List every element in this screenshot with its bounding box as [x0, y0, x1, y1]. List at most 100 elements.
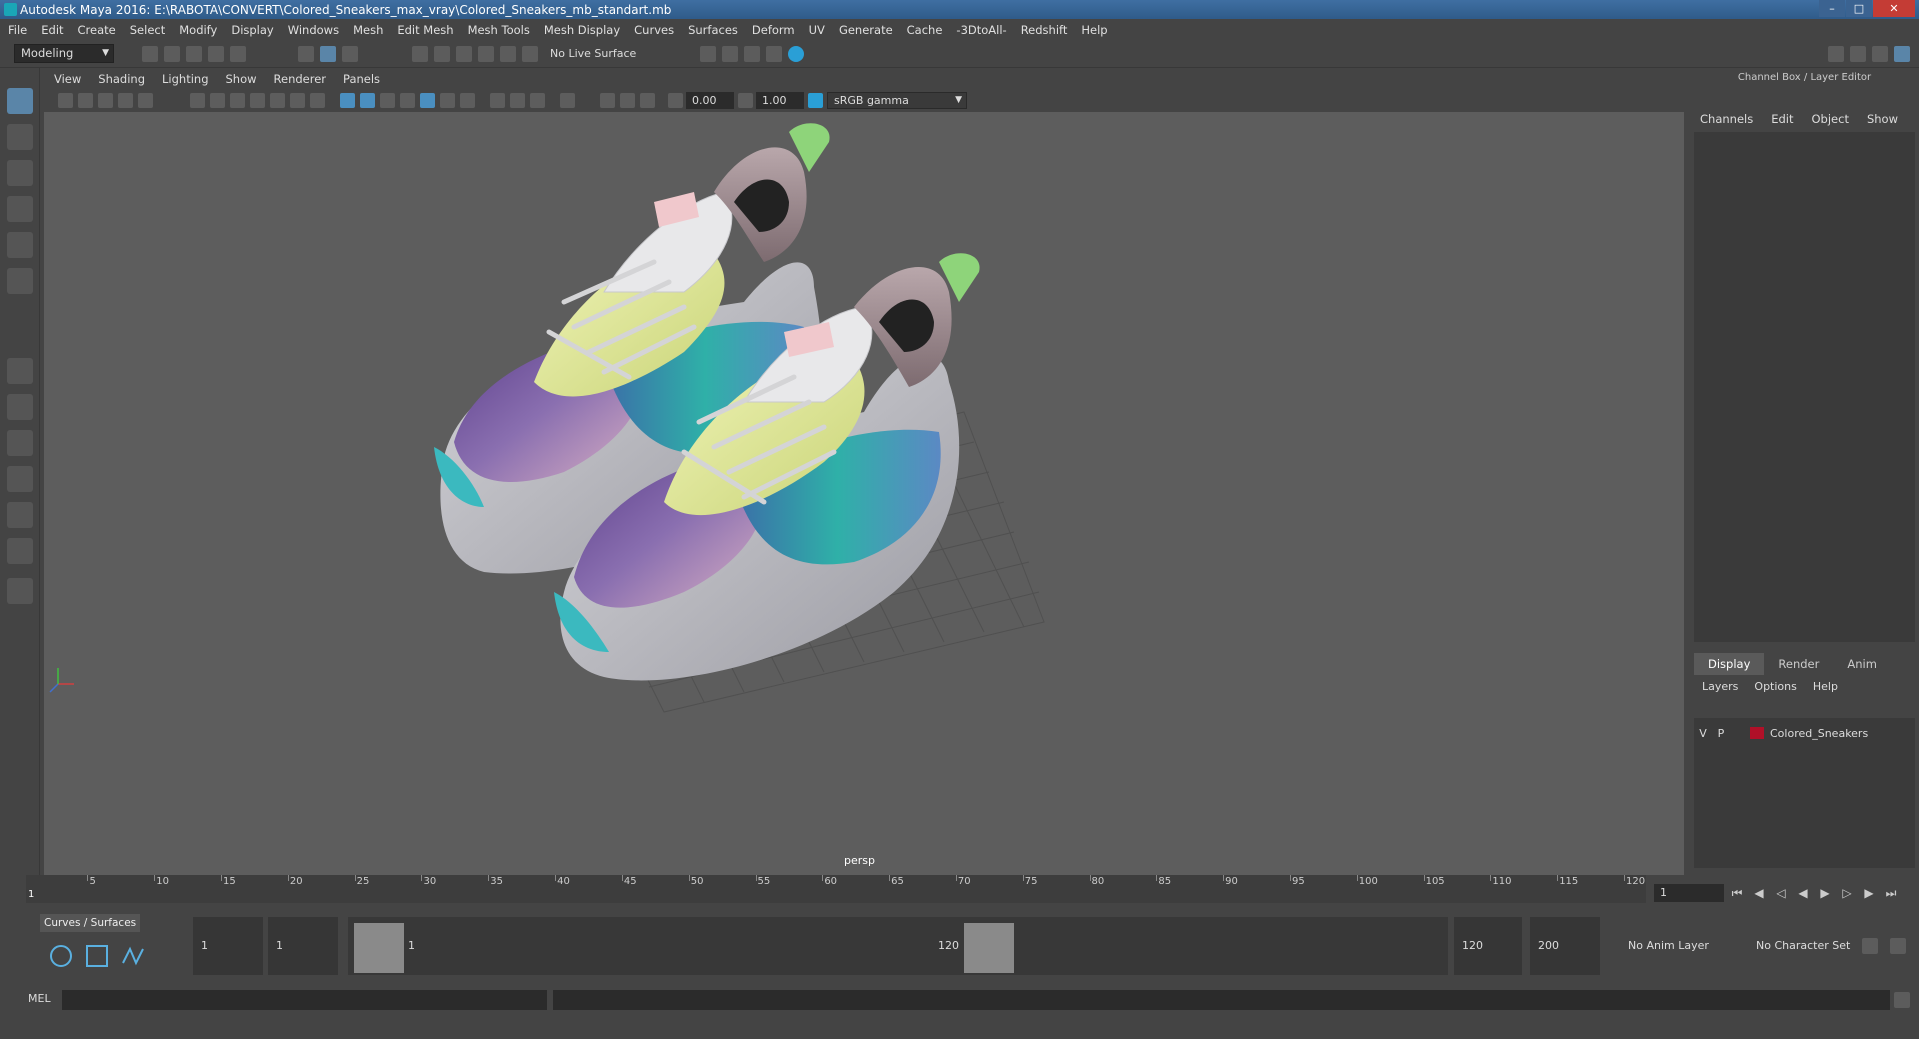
open-scene-icon[interactable]	[164, 46, 180, 62]
layer-help-menu[interactable]: Help	[1813, 680, 1838, 693]
perspective-viewport[interactable]: persp	[44, 112, 1684, 875]
menu-surfaces[interactable]: Surfaces	[688, 23, 738, 37]
viewport-menu-renderer[interactable]: Renderer	[274, 72, 327, 86]
menu-create[interactable]: Create	[78, 23, 116, 37]
script-editor-icon[interactable]	[1894, 992, 1910, 1008]
script-language-label[interactable]: MEL	[28, 992, 51, 1005]
menu-curves[interactable]: Curves	[634, 23, 674, 37]
attribute-editor-icon[interactable]	[1850, 46, 1866, 62]
gamma-icon[interactable]	[738, 93, 753, 108]
channel-show-menu[interactable]: Show	[1867, 112, 1898, 126]
nurbs-circle-icon[interactable]	[48, 943, 74, 969]
rotate-tool-icon[interactable]	[7, 232, 33, 258]
shadows-icon[interactable]	[460, 93, 475, 108]
screen-space-ao-icon[interactable]	[490, 93, 505, 108]
smooth-shade-icon[interactable]	[360, 93, 375, 108]
undo-icon[interactable]	[208, 46, 224, 62]
select-hierarchy-icon[interactable]	[298, 46, 314, 62]
viewport-menu-shading[interactable]: Shading	[98, 72, 145, 86]
xray-icon[interactable]	[600, 93, 615, 108]
lasso-tool-icon[interactable]	[7, 124, 33, 150]
ipr-render-icon[interactable]	[744, 46, 760, 62]
animation-prefs-icon[interactable]	[1890, 938, 1906, 954]
options-menu[interactable]: Options	[1754, 680, 1796, 693]
range-slider[interactable]	[348, 917, 1448, 975]
menu-redshift[interactable]: Redshift	[1021, 23, 1068, 37]
xray-components-icon[interactable]	[640, 93, 655, 108]
layer-row[interactable]: V P Colored_Sneakers	[1694, 724, 1915, 742]
render-frame-icon[interactable]	[722, 46, 738, 62]
cv-curve-icon[interactable]	[120, 943, 146, 969]
step-forward-frame-icon[interactable]: ▷	[1838, 884, 1856, 902]
range-end-handle[interactable]	[964, 923, 1014, 973]
field-chart-icon[interactable]	[270, 93, 285, 108]
anti-aliasing-icon[interactable]	[530, 93, 545, 108]
camera-select-icon[interactable]	[58, 93, 73, 108]
select-tool-icon[interactable]	[7, 88, 33, 114]
layer-name[interactable]: Colored_Sneakers	[1770, 727, 1868, 740]
viewport-menu-panels[interactable]: Panels	[343, 72, 380, 86]
make-live-icon[interactable]	[522, 46, 538, 62]
bookmark-icon[interactable]	[98, 93, 113, 108]
safe-title-icon[interactable]	[310, 93, 325, 108]
menu-3dtoall[interactable]: -3DtoAll-	[956, 23, 1006, 37]
close-button[interactable]: ✕	[1873, 0, 1915, 17]
gamma-field[interactable]: 1.00	[756, 92, 804, 109]
anim-layer-dropdown[interactable]: No Anim Layer	[1628, 917, 1709, 975]
layer-color-swatch[interactable]	[1750, 727, 1764, 739]
camera-attributes-icon[interactable]	[78, 93, 93, 108]
step-back-frame-icon[interactable]: ◁	[1772, 884, 1790, 902]
select-component-icon[interactable]	[342, 46, 358, 62]
play-backward-icon[interactable]: ◀	[1794, 884, 1812, 902]
menu-mesh-display[interactable]: Mesh Display	[544, 23, 620, 37]
snap-point-icon[interactable]	[456, 46, 472, 62]
go-to-start-icon[interactable]: ⏮	[1728, 884, 1746, 902]
textured-icon[interactable]	[420, 93, 435, 108]
menu-display[interactable]: Display	[231, 23, 273, 37]
exposure-field[interactable]: 0.00	[686, 92, 734, 109]
xray-joints-icon[interactable]	[620, 93, 635, 108]
command-input[interactable]	[62, 990, 547, 1010]
new-scene-icon[interactable]	[142, 46, 158, 62]
snap-projected-icon[interactable]	[478, 46, 494, 62]
snap-curve-icon[interactable]	[434, 46, 450, 62]
shaded-wireframe-icon[interactable]	[400, 93, 415, 108]
step-back-key-icon[interactable]: ◀	[1750, 884, 1768, 902]
range-start-handle[interactable]	[354, 923, 404, 973]
redo-icon[interactable]	[230, 46, 246, 62]
colorspace-dropdown[interactable]: sRGB gamma ▼	[827, 92, 967, 109]
playback-start-field[interactable]: 1	[268, 917, 338, 975]
tab-render[interactable]: Render	[1764, 653, 1833, 675]
menu-edit-mesh[interactable]: Edit Mesh	[397, 23, 453, 37]
layers-menu[interactable]: Layers	[1702, 680, 1738, 693]
menu-mesh-tools[interactable]: Mesh Tools	[468, 23, 530, 37]
tool-settings-icon[interactable]	[1872, 46, 1888, 62]
outliner-layout-icon[interactable]	[7, 502, 33, 528]
menu-select[interactable]: Select	[130, 23, 165, 37]
maximize-button[interactable]: □	[1846, 0, 1872, 17]
menu-modify[interactable]: Modify	[179, 23, 217, 37]
menu-uv[interactable]: UV	[809, 23, 825, 37]
render-settings-icon[interactable]	[766, 46, 782, 62]
scale-tool-icon[interactable]	[7, 268, 33, 294]
channel-object-menu[interactable]: Object	[1812, 112, 1849, 126]
isolate-select-icon[interactable]	[560, 93, 575, 108]
tab-anim[interactable]: Anim	[1833, 653, 1891, 675]
tab-display[interactable]: Display	[1694, 653, 1765, 675]
hypershade-layout-icon[interactable]	[7, 538, 33, 564]
wireframe-icon[interactable]	[340, 93, 355, 108]
render-view-icon[interactable]	[700, 46, 716, 62]
viewport-menu-view[interactable]: View	[54, 72, 81, 86]
save-scene-icon[interactable]	[186, 46, 202, 62]
mode-selector[interactable]: Modeling ▼	[14, 44, 114, 63]
move-tool-icon[interactable]	[7, 196, 33, 222]
channel-edit-menu[interactable]: Edit	[1771, 112, 1793, 126]
menu-edit[interactable]: Edit	[41, 23, 63, 37]
four-pane-layout-icon[interactable]	[7, 394, 33, 420]
character-set-dropdown[interactable]: No Character Set	[1756, 917, 1850, 975]
viewport-menu-show[interactable]: Show	[226, 72, 257, 86]
start-time-field[interactable]: 1	[193, 917, 263, 975]
image-plane-icon[interactable]	[118, 93, 133, 108]
go-to-end-icon[interactable]: ⏭	[1882, 884, 1900, 902]
persp-graph-layout-icon[interactable]	[7, 466, 33, 492]
